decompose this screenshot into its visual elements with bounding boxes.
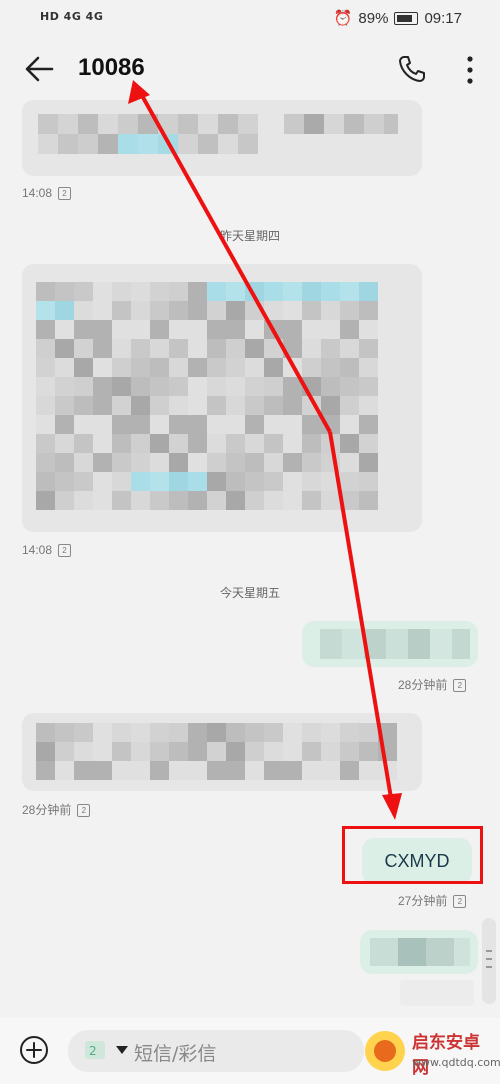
- message-placeholder: 短信/彩信: [134, 1043, 217, 1065]
- message-input[interactable]: 2 短信/彩信: [68, 1030, 364, 1072]
- svg-text:2: 2: [89, 1044, 97, 1058]
- sim-card-icon[interactable]: 2: [84, 1040, 106, 1060]
- sim-dropdown-icon[interactable]: [116, 1046, 128, 1054]
- watermark-name: 启东安卓网: [412, 1033, 480, 1078]
- site-watermark: 启东安卓网 www.qdtdq.com: [362, 1026, 500, 1078]
- add-attachment-icon[interactable]: [18, 1034, 50, 1066]
- composer-bar: 2 短信/彩信 启东安卓网 www.qdtdq.com: [0, 1018, 500, 1084]
- watermark-logo-icon: [365, 1031, 405, 1071]
- annotation-arrows: [128, 80, 402, 820]
- watermark-url: www.qdtdq.com: [412, 1056, 500, 1069]
